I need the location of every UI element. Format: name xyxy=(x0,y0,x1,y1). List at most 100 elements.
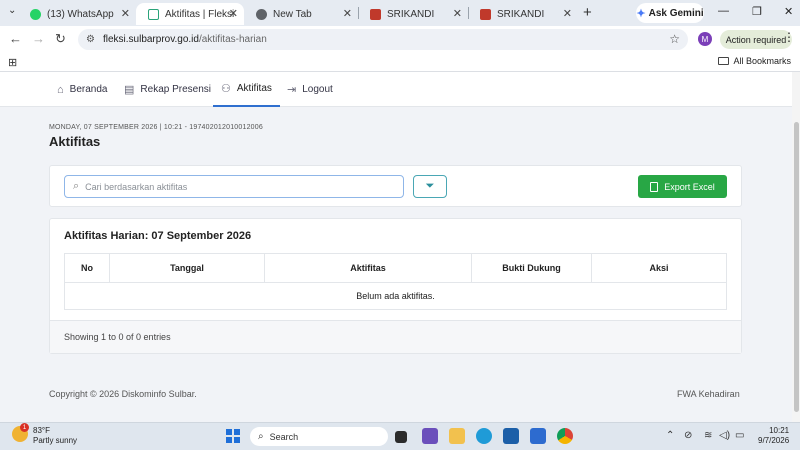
windows-taskbar: 1 83°F Partly sunny ⌕ Search ⌃ ⊘ ≋ ◁) ▭ … xyxy=(0,422,800,450)
tab-search-chevron-icon[interactable]: ⌄ xyxy=(8,5,16,16)
back-arrow-icon[interactable]: ← xyxy=(9,31,22,46)
nav-item-label: Rekap Presensi xyxy=(140,84,211,95)
scrollbar-thumb[interactable] xyxy=(794,122,799,412)
gemini-sparkle-icon: ✦ xyxy=(636,7,646,20)
nav-item-label: Logout xyxy=(302,84,333,95)
close-icon[interactable]: ✕ xyxy=(343,7,352,20)
export-excel-label: Export Excel xyxy=(664,181,715,192)
url-text: fleksi.sulbarprov.go.id/aktifitas-harian xyxy=(103,34,267,45)
excel-file-icon xyxy=(650,181,659,192)
windows-start-icon[interactable] xyxy=(226,429,240,443)
battery-icon[interactable]: ▭ xyxy=(735,430,744,441)
copyright-text: Copyright © 2026 Diskominfo Sulbar. xyxy=(49,389,197,399)
logout-icon: ⇥ xyxy=(287,84,297,96)
site-info-icon[interactable]: ⚙ xyxy=(86,34,95,45)
srikandi-icon xyxy=(370,8,381,20)
nav-item-beranda[interactable]: ⌂ Beranda xyxy=(57,72,107,107)
home-icon: ⌂ xyxy=(57,83,64,96)
close-icon[interactable]: ✕ xyxy=(453,7,462,20)
date-breadcrumb: MONDAY, 07 SEPTEMBER 2026 | 10:21 - 1974… xyxy=(49,124,263,131)
tab-title: (13) WhatsApp xyxy=(47,8,114,20)
page-scrollbar[interactable] xyxy=(792,72,800,422)
column-header-tanggal: Tanggal xyxy=(109,253,265,283)
edge-icon[interactable] xyxy=(476,428,492,444)
search-input[interactable] xyxy=(85,181,386,192)
entries-info: Showing 1 to 0 of 0 entries xyxy=(64,332,171,342)
url-domain: fleksi.sulbarprov.go.id xyxy=(102,34,199,45)
url-path: /aktifitas-harian xyxy=(198,34,267,45)
partly-sunny-icon: 1 xyxy=(12,423,29,442)
weather-temp: 83°F xyxy=(33,426,50,435)
ask-gemini-label: Ask Gemini xyxy=(648,7,704,19)
close-icon[interactable]: ✕ xyxy=(229,7,238,20)
weather-text: 83°F Partly sunny xyxy=(33,426,77,446)
bookmark-star-icon[interactable]: ☆ xyxy=(669,32,680,46)
search-box: ⌕ xyxy=(64,175,404,198)
volume-icon[interactable]: ◁) xyxy=(719,430,730,441)
all-bookmarks-button[interactable]: All Bookmarks xyxy=(718,56,791,66)
tray-chevron-up-icon[interactable]: ⌃ xyxy=(666,430,674,441)
clock-time: 10:21 xyxy=(769,426,790,435)
activity-table: No Tanggal Aktifitas Bukti Dukung Aksi B… xyxy=(64,253,727,310)
clipboard-icon: ▤ xyxy=(124,84,135,96)
page-title: Aktifitas xyxy=(49,134,101,149)
column-header-no: No xyxy=(64,253,110,283)
app-navbar: ⌂ Beranda ▤ Rekap Presensi ⚇ Aktifitas ⇥… xyxy=(0,72,792,107)
filter-icon: ⏷ xyxy=(425,180,435,192)
browser-tab-bar: ⌄ (13) WhatsApp ✕ Aktifitas | Fleksi ✕ N… xyxy=(0,0,800,26)
restore-icon[interactable]: ❐ xyxy=(752,5,762,18)
task-view-icon[interactable] xyxy=(395,431,407,443)
bookmarks-bar: ⊞ All Bookmarks xyxy=(0,52,800,72)
table-row: Belum ada aktifitas. xyxy=(64,282,727,310)
tab-srikandi-2[interactable]: SRIKANDI ✕ xyxy=(468,3,578,25)
minimize-icon[interactable]: — xyxy=(718,5,729,17)
kebab-menu-icon[interactable]: ⋮ xyxy=(783,30,795,44)
system-clock[interactable]: 10:21 9/7/2026 xyxy=(758,426,789,446)
tab-title: SRIKANDI xyxy=(497,8,545,20)
store-icon[interactable] xyxy=(503,428,519,444)
clock-date: 9/7/2026 xyxy=(758,436,790,445)
reload-icon[interactable]: ↻ xyxy=(55,31,66,47)
web-page: ⌂ Beranda ▤ Rekap Presensi ⚇ Aktifitas ⇥… xyxy=(0,72,792,422)
tab-whatsapp[interactable]: (13) WhatsApp ✕ xyxy=(18,3,136,25)
app-icon[interactable] xyxy=(530,428,546,444)
close-icon[interactable]: ✕ xyxy=(121,7,130,20)
address-bar[interactable]: ⚙ fleksi.sulbarprov.go.id/aktifitas-hari… xyxy=(78,29,688,50)
weather-desc: Partly sunny xyxy=(33,436,78,445)
user-icon: ⚇ xyxy=(221,83,231,95)
wifi-icon[interactable]: ≋ xyxy=(704,430,712,441)
tab-aktifitas-fleksi[interactable]: Aktifitas | Fleksi ✕ xyxy=(136,3,244,25)
fleksi-icon xyxy=(148,8,159,20)
nav-item-rekap-presensi[interactable]: ▤ Rekap Presensi xyxy=(124,72,211,107)
weather-widget[interactable]: 1 83°F Partly sunny xyxy=(12,423,77,446)
tab-title: SRIKANDI xyxy=(387,8,435,20)
export-excel-button[interactable]: Export Excel xyxy=(638,175,727,198)
new-tab-plus-icon[interactable]: + xyxy=(583,4,592,21)
profile-avatar[interactable]: M xyxy=(698,32,712,46)
tab-title: Aktifitas | Fleksi xyxy=(165,8,235,20)
tab-new-tab[interactable]: New Tab ✕ xyxy=(244,3,358,25)
action-required-button[interactable]: Action required xyxy=(720,30,792,49)
tab-title: New Tab xyxy=(273,8,312,20)
chrome-taskbar-icon[interactable] xyxy=(557,428,573,444)
copilot-icon[interactable] xyxy=(422,428,438,444)
taskbar-search-label: Search xyxy=(269,431,299,442)
nav-item-logout[interactable]: ⇥ Logout xyxy=(287,72,333,107)
network-off-icon[interactable]: ⊘ xyxy=(684,430,692,441)
table-title: Aktifitas Harian: 07 September 2026 xyxy=(64,230,252,242)
window-close-icon[interactable]: ✕ xyxy=(784,5,793,18)
ask-gemini-button[interactable]: ✦ Ask Gemini xyxy=(636,3,704,23)
file-explorer-icon[interactable] xyxy=(449,428,465,444)
table-card: Aktifitas Harian: 07 September 2026 No T… xyxy=(49,218,742,354)
brand-text: FWA Kehadiran xyxy=(677,389,740,399)
table-footer: Showing 1 to 0 of 0 entries xyxy=(50,320,741,353)
notification-badge: 1 xyxy=(20,423,29,432)
empty-table-message: Belum ada aktifitas. xyxy=(64,282,727,310)
filter-button[interactable]: ⏷ xyxy=(413,175,447,198)
close-icon[interactable]: ✕ xyxy=(563,7,572,20)
apps-grid-icon[interactable]: ⊞ xyxy=(8,56,17,69)
nav-item-aktifitas[interactable]: ⚇ Aktifitas xyxy=(213,72,280,107)
forward-arrow-icon[interactable]: → xyxy=(32,31,45,46)
taskbar-search[interactable]: ⌕ Search xyxy=(250,427,388,446)
tab-srikandi-1[interactable]: SRIKANDI ✕ xyxy=(358,3,468,25)
